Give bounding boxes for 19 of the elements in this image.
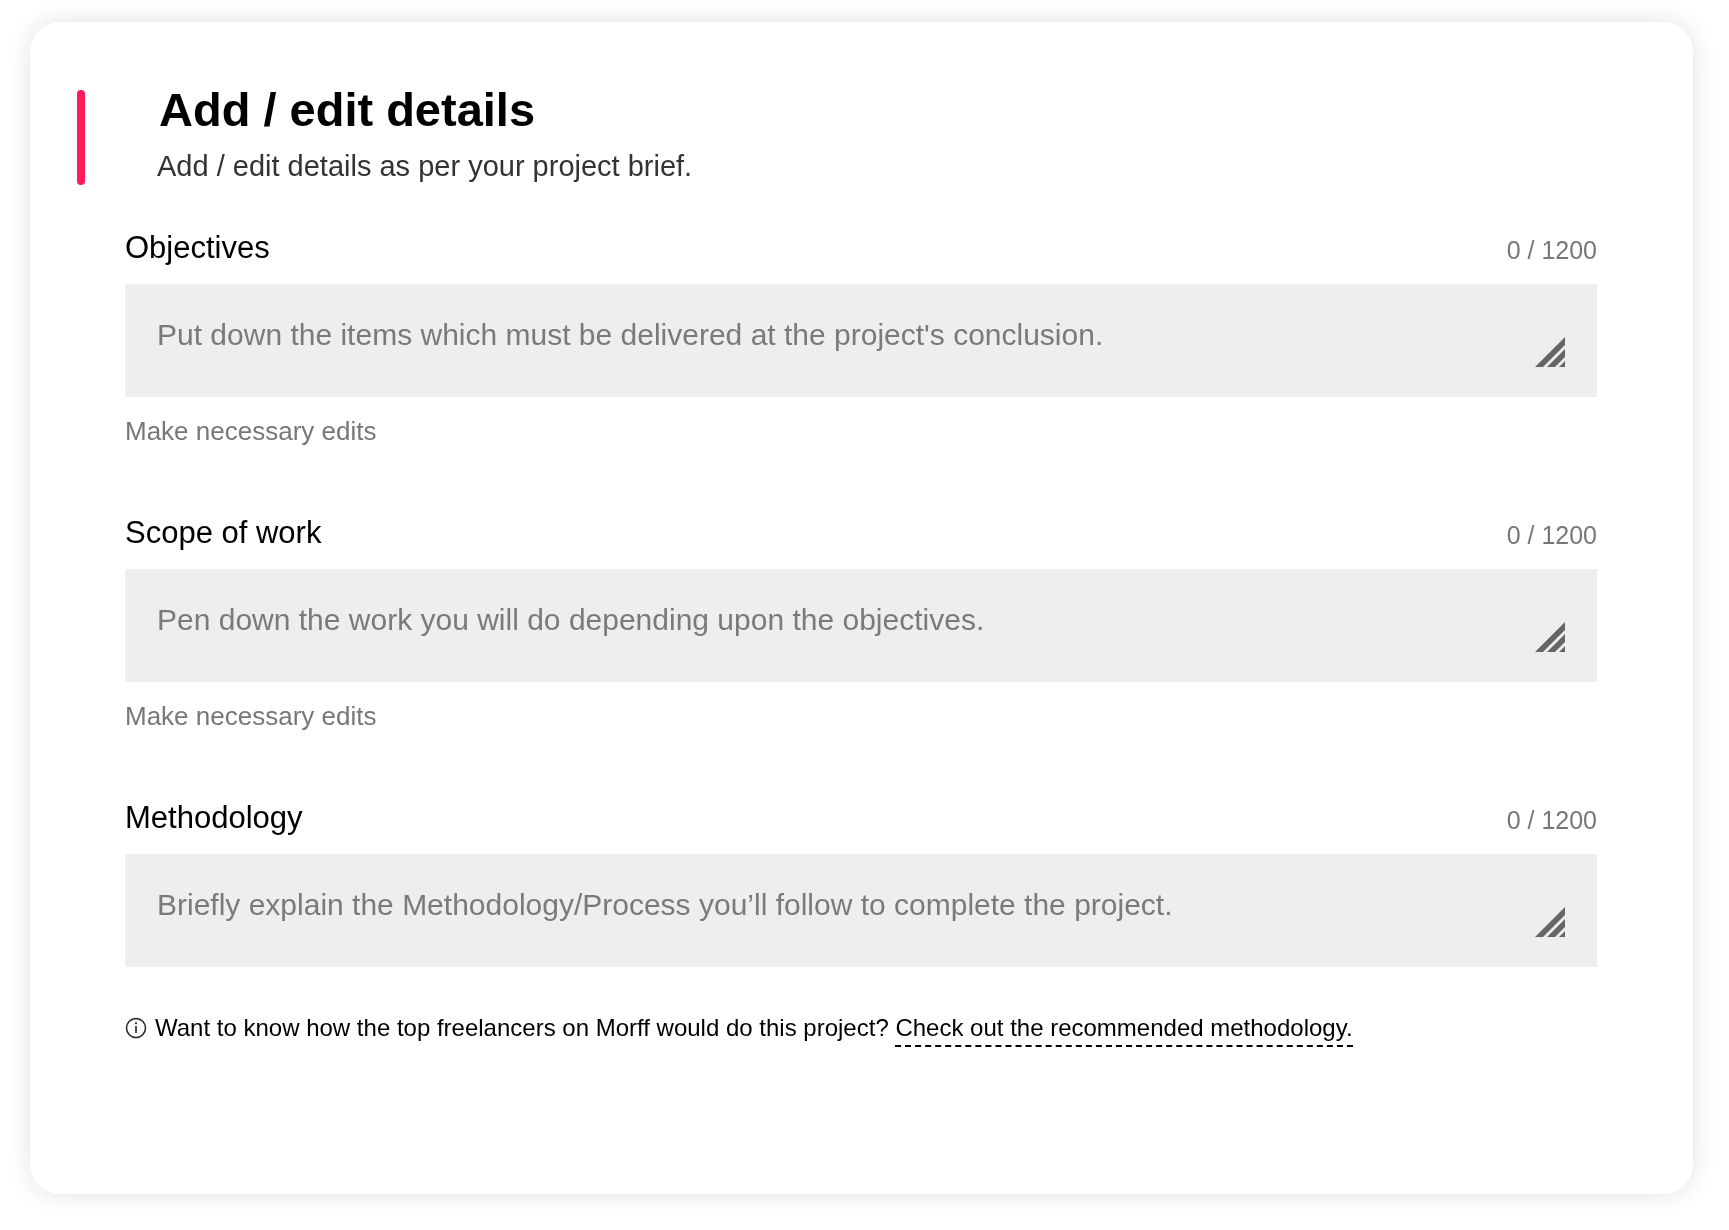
character-counter: 0 / 1200 bbox=[1506, 805, 1597, 836]
helper-text: Make necessary edits bbox=[125, 700, 378, 733]
text-area[interactable]: Pen down the work you will do depending upon the objectives. bbox=[125, 569, 1597, 682]
info-icon bbox=[125, 1017, 147, 1039]
section-title: Add / edit details bbox=[159, 82, 537, 138]
methodology-link[interactable]: Check out the recommended methodology. bbox=[895, 1014, 1353, 1047]
text-area[interactable]: Put down the items which must be delivered at the project's conclusion. bbox=[125, 284, 1597, 397]
field-label: Methodology bbox=[125, 799, 303, 837]
resize-handle-icon[interactable] bbox=[1535, 622, 1567, 652]
character-counter: 0 / 1200 bbox=[1506, 520, 1597, 551]
info-note: Want to know how the top freelancers on Morff would do this project? Check out the recommended methodology. bbox=[155, 1011, 1353, 1045]
text-area[interactable]: Briefly explain the Methodology/Process you’ll follow to complete the project. bbox=[125, 854, 1597, 967]
section-subtitle: Add / edit details as per your project brief. bbox=[157, 149, 694, 184]
field-label: Objectives bbox=[125, 229, 270, 267]
character-counter: 0 / 1200 bbox=[1506, 235, 1597, 266]
resize-handle-icon[interactable] bbox=[1535, 337, 1567, 367]
helper-text: Make necessary edits bbox=[125, 415, 378, 448]
field-label: Scope of work bbox=[125, 514, 322, 552]
resize-handle-icon[interactable] bbox=[1535, 907, 1567, 937]
